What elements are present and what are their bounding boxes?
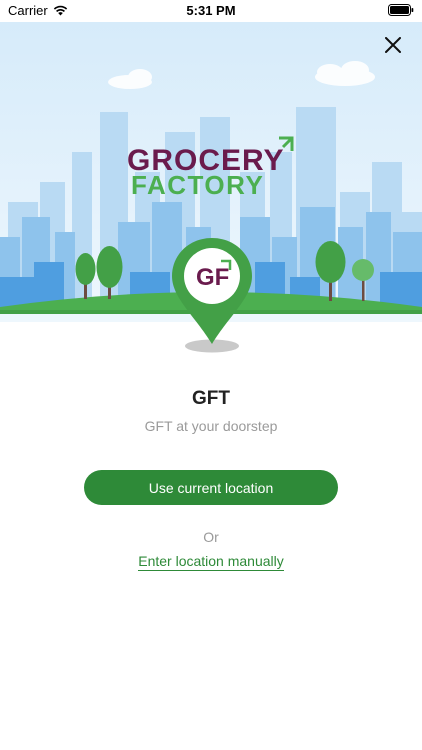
enter-location-manually-link[interactable]: Enter location manually xyxy=(138,553,284,571)
brand-line2: FACTORY xyxy=(131,170,264,200)
pin-logo: GF xyxy=(196,264,229,291)
enter-location-manually-container: Enter location manually xyxy=(0,553,422,571)
status-bar: Carrier 5:31 PM xyxy=(0,0,422,22)
or-separator: Or xyxy=(203,529,219,545)
close-icon xyxy=(385,37,401,53)
use-current-location-button[interactable]: Use current location xyxy=(84,470,338,505)
app-subtitle: GFT at your doorstep xyxy=(144,418,278,434)
battery-icon xyxy=(388,4,414,19)
close-button[interactable] xyxy=(380,32,406,58)
app-info: GFT GFT at your doorstep xyxy=(0,388,422,434)
app-title: GFT xyxy=(192,388,230,409)
clock: 5:31 PM xyxy=(186,3,236,18)
location-pin-icon: GF xyxy=(166,234,258,354)
